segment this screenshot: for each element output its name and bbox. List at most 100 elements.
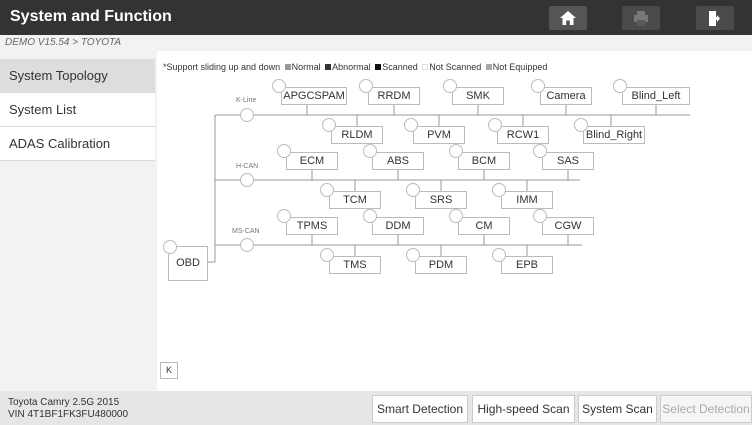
status-dot bbox=[443, 79, 457, 93]
exit-button[interactable] bbox=[696, 6, 734, 30]
module-label: SAS bbox=[556, 155, 579, 167]
vehicle-vin: VIN 4T1BF1FK3FU480000 bbox=[8, 409, 129, 420]
module-node[interactable]: CGW bbox=[533, 209, 594, 235]
high-speed-scan-button[interactable]: High-speed Scan bbox=[472, 395, 575, 423]
status-dot bbox=[574, 118, 588, 132]
module-node[interactable]: Camera bbox=[531, 79, 592, 105]
bus-label-ms-can: MS-CAN bbox=[232, 228, 260, 235]
bus-label-k-line: K-Line bbox=[236, 97, 257, 104]
sidebar-item-system-list[interactable]: System List bbox=[0, 93, 155, 127]
status-dot bbox=[320, 248, 334, 262]
status-dot bbox=[492, 248, 506, 262]
module-label: TMS bbox=[343, 259, 367, 271]
legend-normal: Normal bbox=[291, 62, 321, 72]
sidebar-item-adas-calibration[interactable]: ADAS Calibration bbox=[0, 127, 155, 161]
page-title: System and Function bbox=[10, 8, 172, 25]
module-label: RCW1 bbox=[506, 129, 540, 141]
obd-root-node[interactable]: OBD bbox=[163, 240, 208, 281]
bus-node-h-can[interactable] bbox=[240, 173, 254, 187]
module-label: RLDM bbox=[341, 129, 373, 141]
module-label: CGW bbox=[554, 220, 582, 232]
module-label: APGCSPAM bbox=[283, 90, 345, 102]
module-node[interactable]: ABS bbox=[363, 144, 424, 170]
status-dot bbox=[404, 118, 418, 132]
legend-not-equipped-swatch bbox=[485, 64, 492, 70]
status-dot bbox=[359, 79, 373, 93]
status-dot bbox=[272, 79, 286, 93]
home-button[interactable] bbox=[549, 6, 587, 30]
status-dot bbox=[533, 144, 547, 158]
bus-node-k-line[interactable] bbox=[240, 108, 254, 122]
module-label: ABS bbox=[386, 155, 409, 167]
module-label: DDM bbox=[385, 220, 411, 232]
module-label: IMM bbox=[516, 194, 538, 206]
module-node[interactable]: Blind_Right bbox=[574, 118, 645, 144]
obd-label: OBD bbox=[176, 257, 200, 269]
module-label: Blind_Left bbox=[631, 90, 681, 102]
status-dot bbox=[363, 144, 377, 158]
legend-scanned-swatch bbox=[375, 64, 382, 70]
status-dot bbox=[531, 79, 545, 93]
module-label: CM bbox=[475, 220, 493, 232]
module-node[interactable]: APGCSPAM bbox=[272, 79, 347, 105]
module-node[interactable]: TMS bbox=[320, 248, 381, 274]
home-icon bbox=[560, 11, 576, 25]
smart-detection-button[interactable]: Smart Detection bbox=[372, 395, 468, 423]
module-node[interactable]: PDM bbox=[406, 248, 467, 274]
module-node[interactable]: PVM bbox=[404, 118, 465, 144]
module-node[interactable]: RRDM bbox=[359, 79, 420, 105]
module-label: PDM bbox=[428, 259, 454, 271]
module-node[interactable]: BCM bbox=[449, 144, 510, 170]
sidebar: System Topology System List ADAS Calibra… bbox=[0, 51, 157, 391]
legend-not-scanned-swatch bbox=[422, 64, 429, 70]
module-node[interactable]: SAS bbox=[533, 144, 594, 170]
bus-node-ms-can[interactable] bbox=[240, 238, 254, 252]
module-label: Blind_Right bbox=[585, 129, 643, 141]
legend-scanned: Scanned bbox=[382, 62, 418, 72]
module-label: TCM bbox=[343, 194, 367, 206]
system-scan-button[interactable]: System Scan bbox=[578, 395, 657, 423]
module-node[interactable]: SRS bbox=[406, 183, 467, 209]
legend-not-equipped: Not Equipped bbox=[492, 62, 548, 72]
module-label: BCM bbox=[471, 155, 497, 167]
module-node[interactable]: SMK bbox=[443, 79, 504, 105]
status-dot bbox=[277, 144, 291, 158]
legend-not-scanned: Not Scanned bbox=[429, 62, 482, 72]
module-label: RRDM bbox=[377, 90, 411, 102]
module-node[interactable]: CM bbox=[449, 209, 510, 235]
status-dot bbox=[613, 79, 627, 93]
module-node[interactable]: Blind_Left bbox=[613, 79, 690, 105]
select-detection-button[interactable]: Select Detection bbox=[660, 395, 752, 423]
module-node[interactable]: IMM bbox=[492, 183, 553, 209]
vehicle-info: Toyota Camry 2.5G 2015 VIN 4T1BF1FK3FU48… bbox=[8, 397, 128, 421]
module-node[interactable]: DDM bbox=[363, 209, 424, 235]
legend-prefix: *Support sliding up and down bbox=[163, 62, 281, 72]
bus-label-h-can: H-CAN bbox=[236, 163, 259, 170]
status-dot bbox=[492, 183, 506, 197]
module-node[interactable]: TCM bbox=[320, 183, 381, 209]
status-dot bbox=[322, 118, 336, 132]
vehicle-model: Toyota Camry 2.5G 2015 bbox=[8, 397, 120, 408]
footer-bar: Toyota Camry 2.5G 2015 VIN 4T1BF1FK3FU48… bbox=[0, 391, 752, 425]
module-node[interactable]: ECM bbox=[277, 144, 338, 170]
breadcrumb: DEMO V15.54 > TOYOTA bbox=[0, 35, 752, 51]
status-dot bbox=[320, 183, 334, 197]
status-dot bbox=[533, 209, 547, 223]
status-dot bbox=[406, 183, 420, 197]
module-label: SRS bbox=[429, 194, 453, 206]
module-label: PVM bbox=[427, 129, 451, 141]
sidebar-item-system-topology[interactable]: System Topology bbox=[0, 59, 155, 93]
module-node[interactable]: TPMS bbox=[277, 209, 338, 235]
printer-icon bbox=[634, 10, 648, 26]
legend-abnormal: Abnormal bbox=[332, 62, 371, 72]
print-button[interactable] bbox=[622, 6, 660, 30]
module-node[interactable]: EPB bbox=[492, 248, 553, 274]
collapse-button[interactable]: K bbox=[160, 362, 178, 379]
legend-abnormal-swatch bbox=[325, 64, 332, 70]
exit-icon bbox=[709, 10, 720, 26]
module-node[interactable]: RLDM bbox=[322, 118, 383, 144]
status-dot bbox=[163, 240, 177, 254]
legend-normal-swatch bbox=[284, 64, 291, 70]
module-node[interactable]: RCW1 bbox=[488, 118, 549, 144]
module-label: EPB bbox=[515, 259, 538, 271]
